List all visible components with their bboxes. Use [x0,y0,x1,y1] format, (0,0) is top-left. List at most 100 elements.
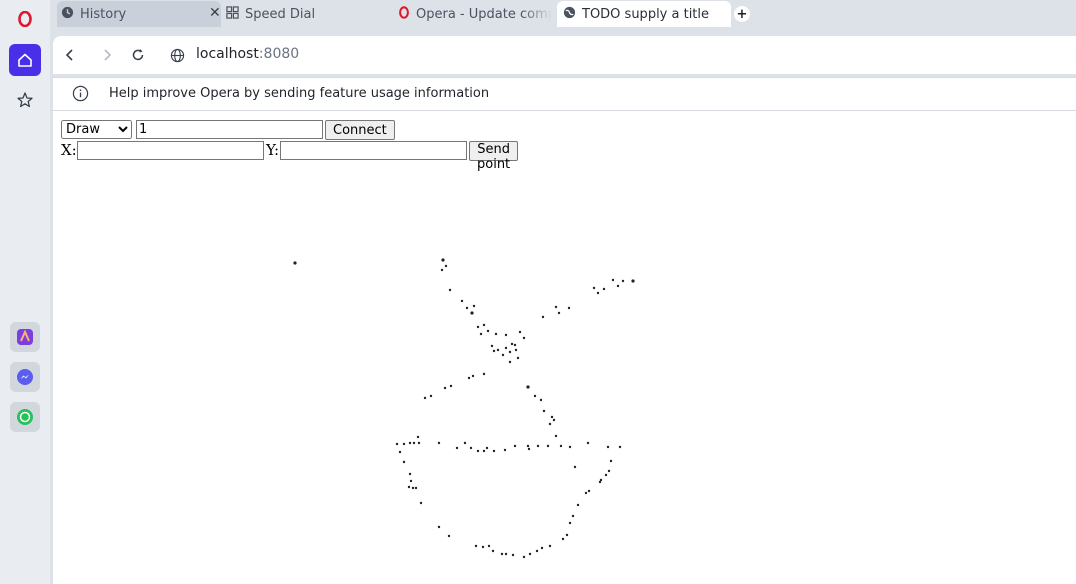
drawn-point [402,460,406,464]
drawn-point [513,444,517,448]
info-bar: Help improve Opera by sending feature us… [53,77,1076,111]
x-label: X: [61,141,77,159]
tab-opera-update[interactable]: Opera - Update complete [392,1,552,27]
drawn-point [496,348,500,352]
home-icon[interactable] [9,44,41,76]
drawn-point [476,325,480,329]
tab-bar: History ✕ Speed Dial Opera - Update comp… [50,0,1076,36]
mode-select[interactable]: Draw [61,120,132,139]
globe-icon [563,6,576,23]
drawn-point [437,525,441,529]
drawn-point [469,446,473,450]
drawn-point [486,329,490,333]
drawn-point [598,480,602,484]
drawn-point [611,278,615,282]
drawn-point [616,284,620,288]
drawn-point [550,415,554,419]
drawn-point [402,442,406,446]
drawn-point [423,396,427,400]
drawn-point [476,449,480,453]
drawn-point [573,465,577,469]
drawn-point [604,473,608,477]
drawn-point [474,544,478,548]
info-message: Help improve Opera by sending feature us… [109,86,490,101]
drawn-point [485,446,489,450]
drawn-point [536,444,540,448]
drawn-point [429,394,433,398]
info-icon [72,85,89,106]
drawn-point [481,545,485,549]
drawn-point [592,286,596,290]
tab-history[interactable]: History ✕ [57,1,221,27]
drawn-point [500,552,504,556]
back-icon[interactable] [62,47,78,63]
drawn-point [571,514,575,518]
drawn-point [567,306,571,310]
drawn-point [618,445,622,449]
drawn-point [514,348,518,352]
drawn-point [504,346,508,350]
opera-logo-icon[interactable] [9,3,41,35]
opera-icon [398,5,410,23]
drawn-point [554,434,558,438]
star-icon[interactable] [9,84,41,116]
drawn-point [409,479,413,483]
drawn-point [482,372,486,376]
forward-icon[interactable] [99,47,115,63]
drawn-point [557,311,561,315]
drawn-point [510,342,514,346]
address-field[interactable]: localhost:8080 [196,46,299,62]
reload-icon[interactable] [130,47,146,63]
clock-icon [61,6,74,23]
whatsapp-icon[interactable] [10,402,40,432]
connect-button[interactable]: Connect [325,120,395,140]
drawn-point [568,521,572,525]
tab-todo-active[interactable]: TODO supply a title [557,1,731,27]
drawn-point [398,450,402,454]
drawn-point [540,546,544,550]
drawn-point [503,448,507,452]
drawn-point [504,552,508,556]
drawn-point [533,394,537,398]
close-icon[interactable]: ✕ [209,5,221,21]
drawn-point [412,441,416,445]
new-tab-button[interactable]: + [734,6,750,22]
drawn-point [494,332,498,336]
x-input[interactable] [77,141,264,160]
drawn-point [584,491,588,495]
drawn-point [472,304,476,308]
room-input[interactable] [136,120,323,139]
drawn-point [527,447,531,451]
y-input[interactable] [280,141,467,160]
drawn-point [411,486,415,490]
send-point-button[interactable]: Send point [469,141,519,172]
drawn-point [437,441,441,445]
drawn-point [526,385,530,389]
drawn-point [479,332,483,336]
drawn-point [447,534,451,538]
drawn-point [407,485,411,489]
drawn-point [542,409,546,413]
y-label: Y: [266,141,280,159]
drawn-point [535,549,539,553]
drawn-point [414,486,418,490]
tab-speed-dial[interactable]: Speed Dial [226,1,386,27]
drawn-point [491,549,495,553]
drawn-point [565,533,569,537]
drawn-point [513,343,517,347]
drawn-point [471,374,475,378]
drawn-point [518,330,522,334]
drawing-canvas[interactable] [53,161,1076,584]
aria-icon[interactable] [10,322,40,352]
drawn-point [408,472,412,476]
drawn-point [419,501,423,505]
drawn-point [516,356,520,360]
tab-title: History [80,6,127,22]
drawn-point [444,264,448,268]
drawn-point [508,360,512,364]
drawn-point [554,305,558,309]
drawn-point [596,291,600,295]
globe-icon [169,47,185,63]
drawn-point [490,344,494,348]
messenger-icon[interactable] [10,362,40,392]
